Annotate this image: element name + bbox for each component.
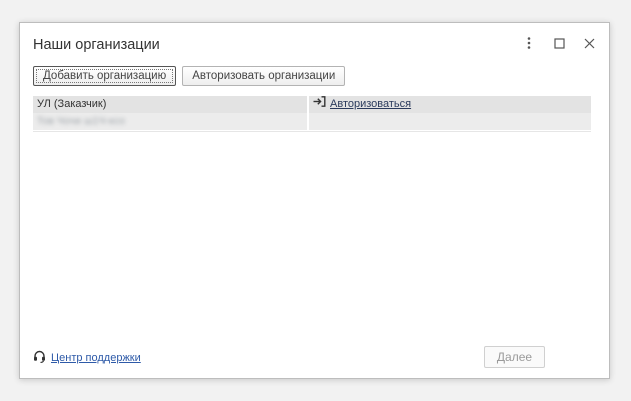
next-button[interactable]: Далее [484,346,545,368]
table-header: УЛ (Заказчик) Авторизоваться [33,96,591,113]
window-controls [521,35,597,51]
more-vertical-icon[interactable] [521,35,537,51]
login-arrow-icon [313,96,326,113]
column-header-org[interactable]: УЛ (Заказчик) [33,96,309,113]
table-cell-org: Тов Чочи ш1Ч-ксо [33,113,309,130]
maximize-icon[interactable] [551,35,567,51]
column-header-authorize[interactable]: Авторизоваться [309,96,591,113]
authorize-organizations-button[interactable]: Авторизовать организации [182,66,346,86]
headset-icon [33,350,46,366]
table-divider [33,131,591,132]
support-center[interactable]: Центр поддержки [33,350,141,366]
table-row[interactable]: Тов Чочи ш1Ч-ксо [33,113,591,130]
organizations-table: УЛ (Заказчик) Авторизоваться Тов Чочи ш1… [33,96,591,130]
close-icon[interactable] [581,35,597,51]
authorize-link[interactable]: Авторизоваться [330,96,411,113]
dialog-title: Наши организации [33,37,160,53]
add-organization-button[interactable]: Добавить организацию [33,66,177,86]
support-center-link[interactable]: Центр поддержки [51,352,141,364]
table-cell-authorize [309,113,591,130]
toolbar: Добавить организацию Авторизовать органи… [33,66,346,86]
org-name: Тов Чочи ш1Ч-ксо [37,116,126,127]
dialog-window: Наши организации Добавить организацию Ав… [19,22,610,379]
